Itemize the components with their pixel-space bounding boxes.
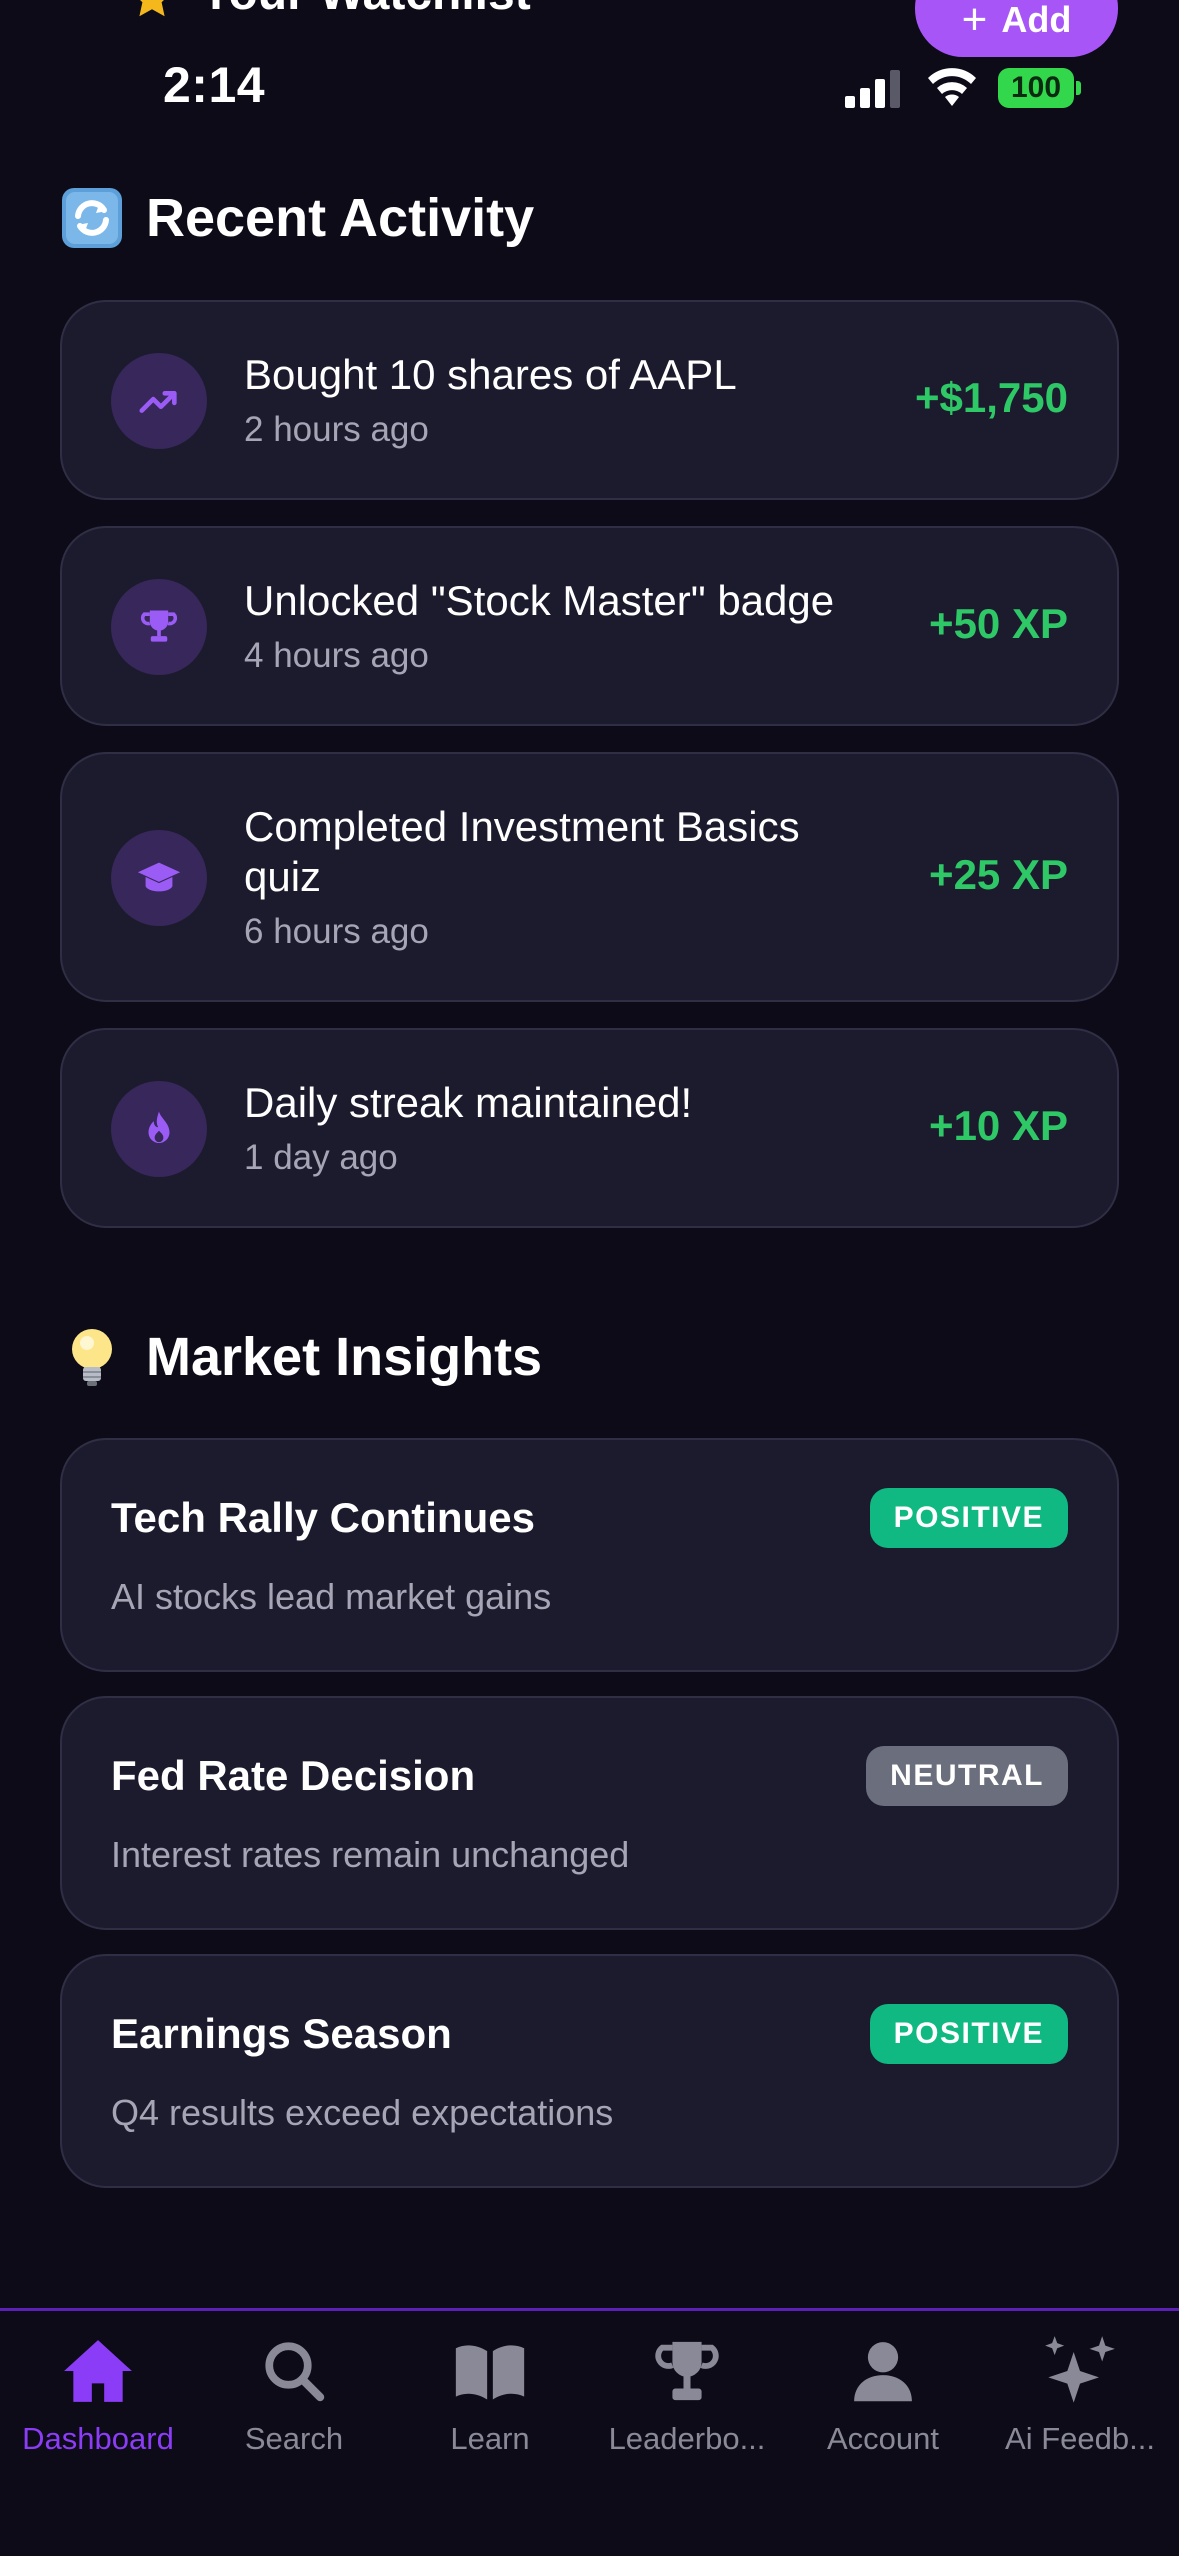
plus-icon: + — [961, 0, 988, 44]
battery-level: 100 — [998, 68, 1074, 108]
trending-up-icon — [111, 353, 207, 449]
cellular-signal-icon — [845, 70, 900, 108]
tab-label: Ai Feedb... — [1005, 2421, 1155, 2456]
market-insights-heading: Market Insights — [60, 1325, 542, 1389]
insight-title: Fed Rate Decision — [111, 1752, 476, 1799]
trophy-icon — [649, 2333, 725, 2409]
watchlist-title: Your Watchlist — [200, 0, 531, 21]
tab-learn[interactable]: Learn — [392, 2333, 588, 2457]
insight-card[interactable]: Fed Rate Decision NEUTRAL Interest rates… — [60, 1696, 1119, 1930]
activity-title: Unlocked "Stock Master" badge — [244, 577, 835, 624]
add-button[interactable]: + Add — [915, 0, 1118, 57]
trophy-icon — [111, 579, 207, 675]
activity-time: 4 hours ago — [244, 636, 429, 675]
wifi-icon — [928, 68, 976, 106]
bottom-tab-bar: Dashboard Search Learn Leaderbo... Accou… — [0, 2308, 1179, 2556]
activity-title: Daily streak maintained! — [244, 1079, 693, 1126]
recent-activity-heading: Recent Activity — [60, 186, 534, 250]
insight-subtitle: Interest rates remain unchanged — [111, 1834, 630, 1875]
activity-title: Completed Investment Basics quiz — [244, 803, 800, 900]
sentiment-badge: NEUTRAL — [866, 1746, 1068, 1806]
graduation-cap-icon — [111, 830, 207, 926]
add-button-label: Add — [1001, 0, 1072, 40]
status-time: 2:14 — [163, 57, 266, 113]
tab-leaderboard[interactable]: Leaderbo... — [589, 2333, 785, 2457]
battery-indicator: 100 — [998, 68, 1081, 108]
insight-card[interactable]: Earnings Season POSITIVE Q4 results exce… — [60, 1954, 1119, 2188]
person-icon — [845, 2333, 921, 2409]
tab-label: Account — [826, 2421, 939, 2456]
sentiment-badge: POSITIVE — [869, 1488, 1068, 1548]
tab-search[interactable]: Search — [196, 2333, 392, 2457]
flame-icon — [111, 1081, 207, 1177]
activity-title: Bought 10 shares of AAPL — [244, 351, 737, 398]
sparkles-icon — [1042, 2333, 1118, 2409]
insight-subtitle: Q4 results exceed expectations — [111, 2092, 614, 2133]
insight-card[interactable]: Tech Rally Continues POSITIVE AI stocks … — [60, 1438, 1119, 1672]
tab-label: Leaderbo... — [608, 2421, 766, 2456]
tab-label: Learn — [450, 2421, 530, 2456]
activity-card[interactable]: Unlocked "Stock Master" badge 4 hours ag… — [60, 526, 1119, 726]
tab-account[interactable]: Account — [785, 2333, 981, 2457]
insight-title: Tech Rally Continues — [111, 1494, 535, 1541]
activity-card[interactable]: Daily streak maintained! 1 day ago +10 X… — [60, 1028, 1119, 1228]
activity-value: +10 XP — [929, 1102, 1068, 1149]
recent-activity-title: Recent Activity — [146, 188, 535, 248]
book-icon — [452, 2333, 528, 2409]
market-insights-title: Market Insights — [146, 1327, 543, 1387]
activity-value: +25 XP — [929, 851, 1068, 898]
tab-dashboard[interactable]: Dashboard — [0, 2333, 196, 2457]
insight-title: Earnings Season — [111, 2010, 452, 2057]
tab-ai-feedback[interactable]: Ai Feedb... — [982, 2333, 1178, 2457]
sentiment-badge: POSITIVE — [869, 2004, 1068, 2064]
insight-subtitle: AI stocks lead market gains — [111, 1576, 552, 1617]
refresh-icon — [60, 186, 124, 250]
activity-time: 2 hours ago — [244, 410, 429, 449]
activity-value: +50 XP — [929, 600, 1068, 647]
lightbulb-icon — [60, 1325, 124, 1389]
activity-card[interactable]: Completed Investment Basics quiz 6 hours… — [60, 752, 1119, 1002]
activity-value: +$1,750 — [915, 374, 1068, 421]
status-bar: Your Watchlist + Add 2:14 100 — [0, 0, 1179, 150]
star-icon — [139, 0, 165, 17]
activity-time: 6 hours ago — [244, 912, 429, 951]
home-icon — [60, 2333, 136, 2409]
activity-card[interactable]: Bought 10 shares of AAPL 2 hours ago +$1… — [60, 300, 1119, 500]
search-icon — [256, 2333, 332, 2409]
activity-time: 1 day ago — [244, 1138, 398, 1177]
tab-label: Dashboard — [22, 2421, 174, 2456]
tab-label: Search — [244, 2421, 344, 2456]
